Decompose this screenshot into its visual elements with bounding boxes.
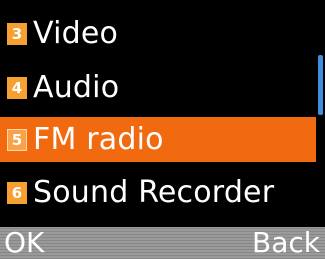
number-badge: 6: [7, 182, 27, 204]
softkey-bar: OK Back: [0, 227, 325, 259]
back-softkey[interactable]: Back: [252, 227, 320, 259]
menu-item-label: Sound Recorder: [33, 175, 275, 210]
number-badge: 4: [7, 77, 27, 99]
menu-item-audio[interactable]: 4 Audio: [0, 65, 316, 111]
menu-item-label: Video: [33, 16, 119, 51]
menu-item-label: FM radio: [33, 121, 164, 157]
number-badge: 3: [7, 23, 27, 45]
ok-softkey[interactable]: OK: [4, 227, 44, 259]
menu-item-label: Audio: [33, 70, 120, 105]
menu-item-sound-recorder[interactable]: 6 Sound Recorder: [0, 170, 316, 216]
menu-item-video[interactable]: 3 Video: [0, 11, 316, 57]
number-badge: 5: [7, 128, 27, 151]
menu-item-fm-radio[interactable]: 5 FM radio: [0, 117, 316, 162]
scrollbar[interactable]: [316, 0, 325, 227]
scrollbar-thumb[interactable]: [318, 55, 323, 115]
menu-list: 3 Video 4 Audio 5 FM radio 6 Sound Recor…: [0, 0, 325, 227]
